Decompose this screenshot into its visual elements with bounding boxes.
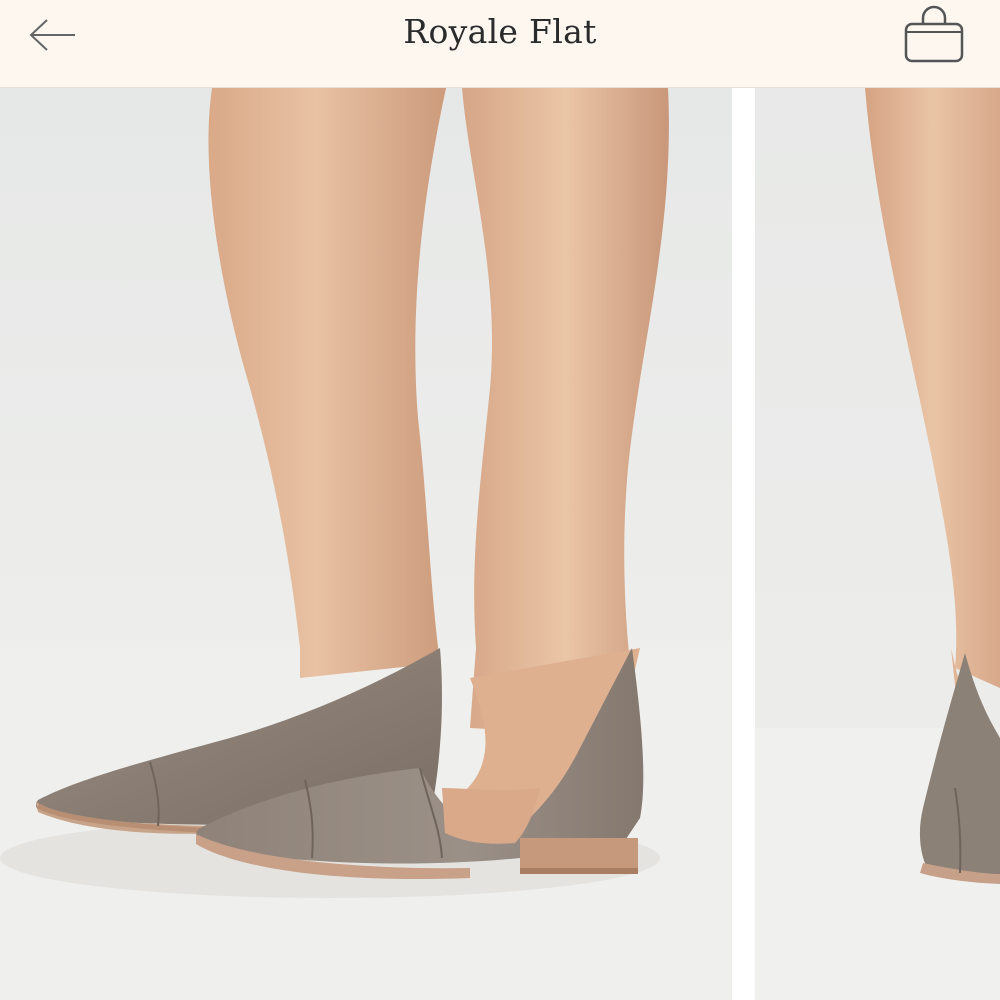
back-button[interactable]	[18, 10, 88, 60]
arrow-left-icon	[29, 19, 75, 51]
product-image-carousel[interactable]	[0, 88, 1000, 1000]
product-photo-front	[0, 88, 732, 1000]
product-image-1[interactable]	[0, 88, 732, 1000]
product-detail-screen: Royale Flat	[0, 0, 1000, 1000]
product-image-2[interactable]	[755, 88, 1000, 1000]
page-title: Royale Flat	[403, 12, 597, 51]
product-photo-side	[755, 88, 1000, 1000]
top-nav-bar: Royale Flat	[0, 0, 1000, 88]
shopping-bag-icon	[904, 5, 964, 63]
shopping-bag-button[interactable]	[898, 2, 970, 66]
